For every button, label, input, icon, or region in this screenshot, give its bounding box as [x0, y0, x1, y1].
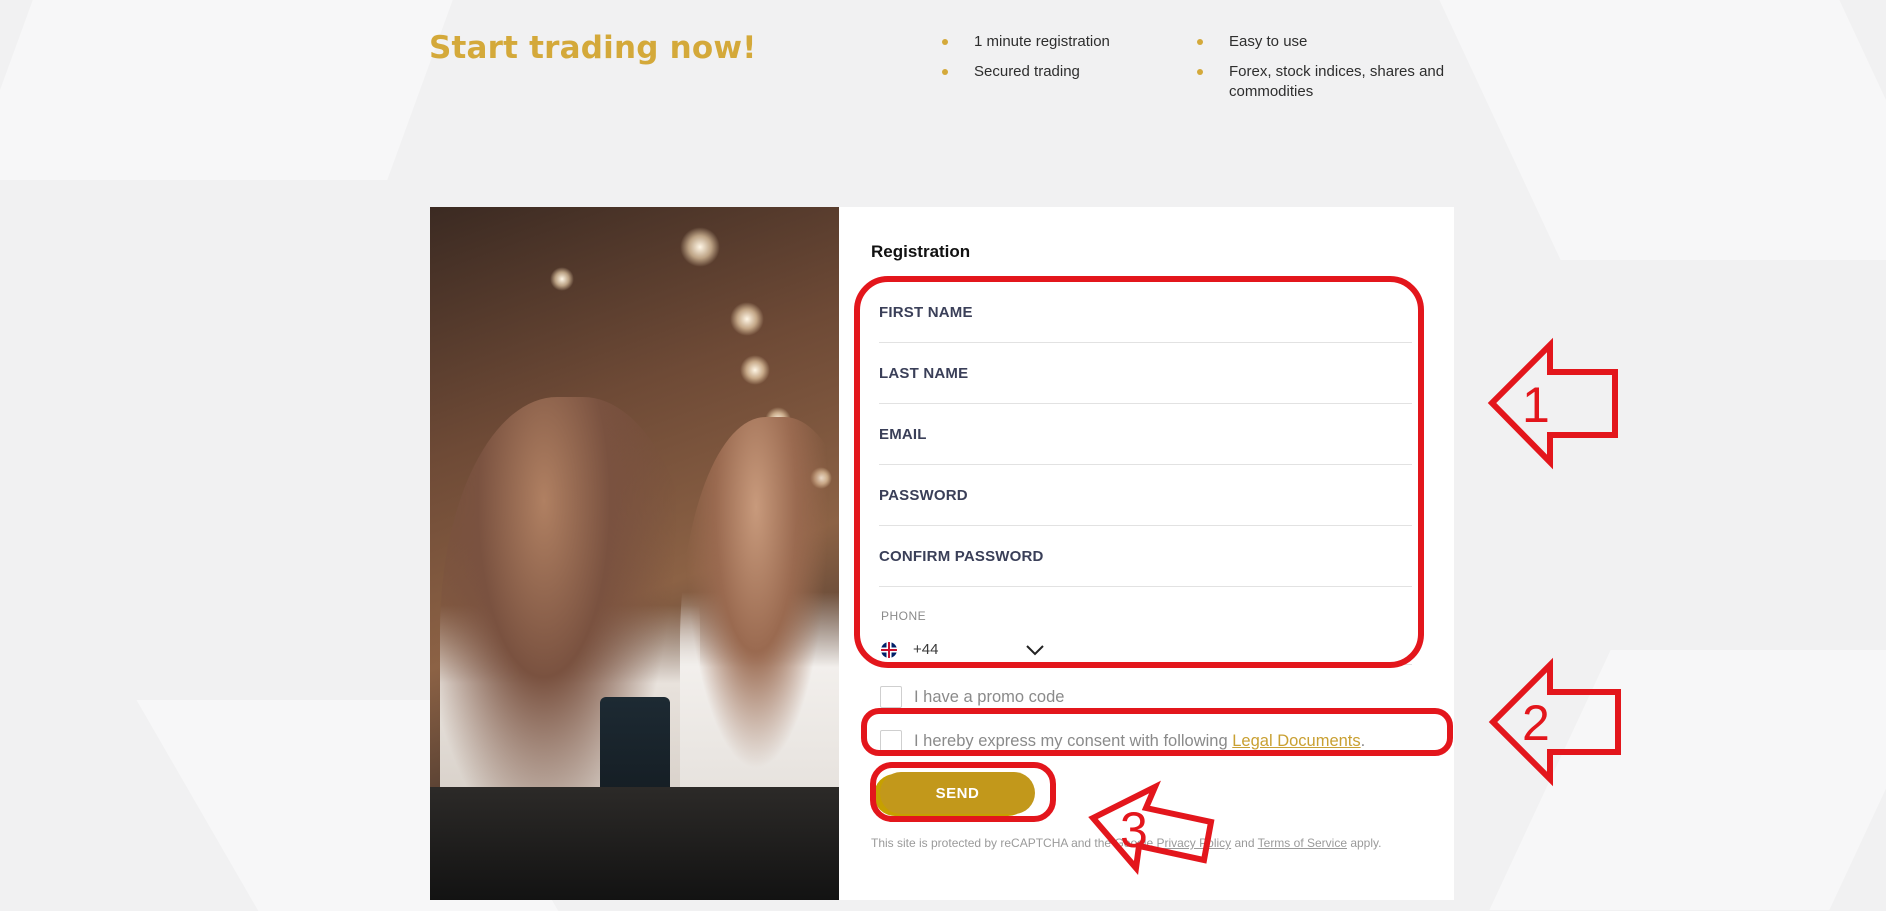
registration-form: Registration FIRST NAME LAST NAME EMAIL …	[839, 207, 1454, 900]
promo-code-label: I have a promo code	[914, 687, 1065, 706]
phone-label: PHONE	[881, 609, 927, 623]
field-label: EMAIL	[879, 425, 927, 443]
field-label: PASSWORD	[879, 486, 968, 504]
promo-code-row: I have a promo code	[880, 685, 1422, 709]
confirm-password-field[interactable]: CONFIRM PASSWORD	[879, 526, 1412, 587]
hero-photo	[430, 207, 839, 900]
feature-item: 1 minute registration	[942, 32, 1182, 52]
registration-card: Registration FIRST NAME LAST NAME EMAIL …	[430, 207, 1454, 900]
first-name-field[interactable]: FIRST NAME	[879, 282, 1412, 343]
uk-flag-icon	[881, 641, 897, 658]
send-button[interactable]: SEND	[880, 772, 1035, 814]
last-name-field[interactable]: LAST NAME	[879, 343, 1412, 404]
field-label: FIRST NAME	[879, 303, 973, 321]
terms-of-service-link[interactable]: Terms of Service	[1258, 836, 1347, 850]
phone-field: PHONE +44	[879, 609, 1412, 665]
email-field[interactable]: EMAIL	[879, 404, 1412, 465]
privacy-policy-link[interactable]: Privacy Policy	[1156, 836, 1231, 850]
page-headline: Start trading now!	[429, 30, 757, 66]
feature-text: 1 minute registration	[974, 33, 1110, 50]
feature-text: Easy to use	[1229, 33, 1308, 50]
consent-row: I hereby express my consent with followi…	[880, 729, 1422, 753]
field-label: LAST NAME	[879, 364, 969, 382]
feature-list-left: 1 minute registration Secured trading	[942, 32, 1182, 92]
field-label: CONFIRM PASSWORD	[879, 547, 1044, 565]
bullet-icon	[942, 39, 948, 45]
dial-code: +44	[913, 641, 939, 658]
consent-checkbox[interactable]	[880, 730, 902, 752]
form-title: Registration	[871, 242, 971, 261]
chevron-down-icon	[1026, 644, 1044, 655]
feature-list-right: Easy to use Forex, stock indices, shares…	[1197, 32, 1457, 112]
feature-text: Forex, stock indices, shares and commodi…	[1229, 63, 1445, 100]
country-code-select[interactable]: +44	[879, 635, 1047, 665]
password-field[interactable]: PASSWORD	[879, 465, 1412, 526]
promo-code-checkbox[interactable]	[880, 686, 902, 708]
feature-item: Forex, stock indices, shares and commodi…	[1197, 62, 1457, 102]
bullet-icon	[1197, 69, 1203, 75]
feature-item: Secured trading	[942, 62, 1182, 82]
bullet-icon	[1197, 39, 1203, 45]
phone-number-input[interactable]	[1067, 635, 1412, 665]
feature-text: Secured trading	[974, 63, 1080, 80]
bullet-icon	[942, 69, 948, 75]
feature-item: Easy to use	[1197, 32, 1457, 52]
recaptcha-notice: This site is protected by reCAPTCHA and …	[871, 836, 1382, 850]
legal-documents-link[interactable]: Legal Documents	[1232, 732, 1360, 750]
consent-label: I hereby express my consent with followi…	[914, 731, 1366, 750]
